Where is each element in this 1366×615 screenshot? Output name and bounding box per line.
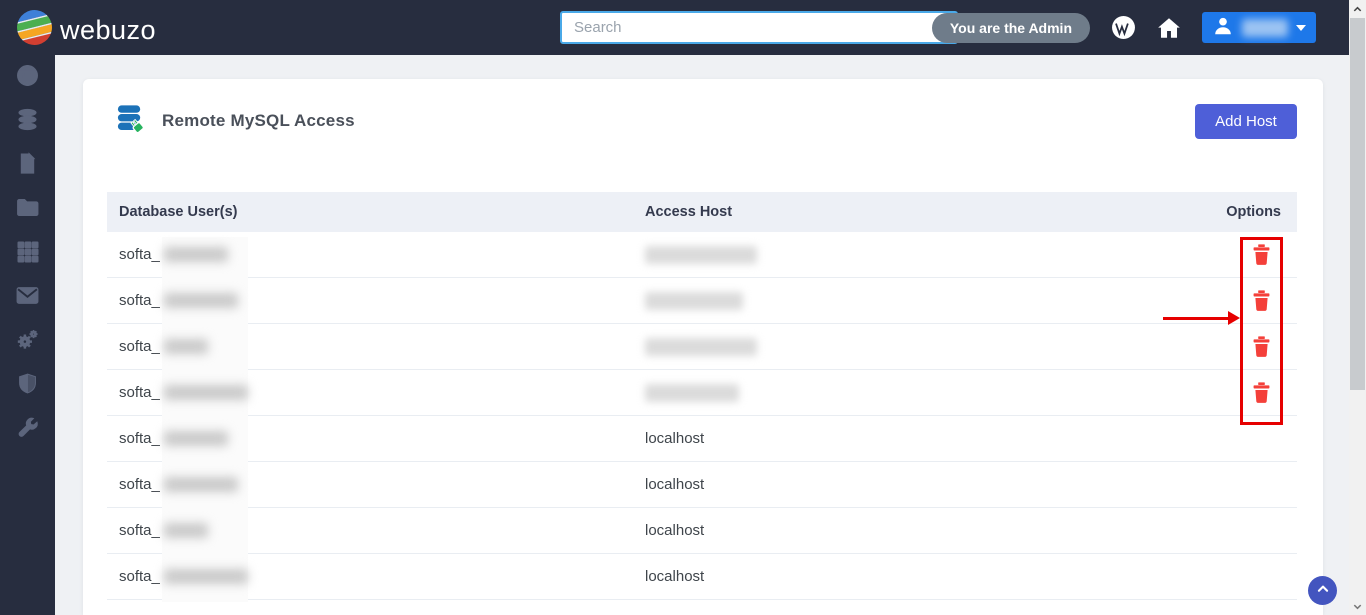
webuzo-logo-icon xyxy=(13,6,56,51)
remote-access-table: Database User(s) Access Host Options sof… xyxy=(107,192,1297,600)
chevron-up-icon xyxy=(1316,582,1330,599)
top-navbar: webuzo You are the Admin xyxy=(0,0,1349,55)
globe-icon xyxy=(15,63,40,93)
sidebar-item-domains[interactable] xyxy=(0,56,55,100)
sidebar-item-settings[interactable] xyxy=(0,320,55,364)
gears-icon xyxy=(15,327,40,357)
db-user-prefix: softa_ xyxy=(119,338,160,355)
logo-text: webuzo xyxy=(60,14,157,45)
db-user-prefix: softa_ xyxy=(119,292,160,309)
table-row: softa_ xyxy=(107,278,1297,324)
sidebar-item-folders[interactable] xyxy=(0,188,55,232)
webuzo-logo[interactable]: webuzo xyxy=(13,6,157,51)
redacted-username xyxy=(163,293,238,308)
mysql-database-icon xyxy=(115,103,146,139)
scrollbar-down-arrow[interactable] xyxy=(1349,598,1366,614)
table-row: softa_ localhost xyxy=(107,554,1297,600)
table-row: softa_ localhost xyxy=(107,508,1297,554)
redacted-username xyxy=(163,247,228,262)
sidebar-item-security[interactable] xyxy=(0,364,55,408)
redacted-username xyxy=(163,523,208,538)
redacted-username xyxy=(163,431,228,446)
table-row: softa_ xyxy=(107,370,1297,416)
sidebar-item-email[interactable] xyxy=(0,276,55,320)
table-row: softa_ localhost xyxy=(107,416,1297,462)
shield-icon xyxy=(16,372,39,400)
table-row: softa_ xyxy=(107,324,1297,370)
redacted-username xyxy=(163,385,248,400)
access-host-value: localhost xyxy=(645,522,705,539)
wrench-icon xyxy=(16,416,40,445)
sidebar-item-tools[interactable] xyxy=(0,408,55,452)
mail-icon xyxy=(15,283,40,313)
sidebar-item-apps[interactable] xyxy=(0,232,55,276)
chevron-down-icon xyxy=(1296,24,1306,31)
annotation-box xyxy=(1240,237,1283,425)
access-host-value: localhost xyxy=(645,430,705,447)
page-title: Remote MySQL Access xyxy=(162,111,355,130)
db-user-prefix: softa_ xyxy=(119,384,160,401)
redacted-username xyxy=(163,569,248,584)
redacted-host xyxy=(645,383,739,402)
annotation-arrow-head xyxy=(1228,311,1240,325)
redacted-host xyxy=(645,291,743,310)
header-access-host: Access Host xyxy=(645,204,733,220)
table-row: softa_ xyxy=(107,232,1297,278)
access-host-value: localhost xyxy=(645,568,705,585)
grid-icon xyxy=(16,240,40,269)
redaction-overlay xyxy=(162,237,248,602)
remote-mysql-card: Remote MySQL Access Add Host Database Us… xyxy=(83,79,1323,615)
db-user-prefix: softa_ xyxy=(119,476,160,493)
redacted-username-badge xyxy=(1242,18,1288,37)
db-user-prefix: softa_ xyxy=(119,568,160,585)
sidebar-nav xyxy=(0,55,55,615)
admin-badge: You are the Admin xyxy=(931,12,1090,43)
sidebar-item-files[interactable] xyxy=(0,144,55,188)
sidebar-item-databases[interactable] xyxy=(0,100,55,144)
redacted-host xyxy=(645,337,757,356)
scrollbar-up-arrow[interactable] xyxy=(1349,1,1366,17)
folder-icon xyxy=(15,195,40,225)
redacted-host xyxy=(645,245,757,264)
home-icon[interactable] xyxy=(1156,15,1182,41)
user-menu-button[interactable] xyxy=(1202,12,1316,43)
table-body: softa_ softa_ softa_ softa_ softa_ local… xyxy=(107,232,1297,600)
wordpress-icon[interactable] xyxy=(1110,15,1136,41)
add-host-button[interactable]: Add Host xyxy=(1195,104,1297,139)
annotation-arrow xyxy=(1163,317,1230,320)
header-database-users: Database User(s) xyxy=(119,204,238,220)
database-icon xyxy=(15,107,40,137)
user-icon xyxy=(1212,15,1234,40)
browser-scrollbar[interactable] xyxy=(1349,0,1366,615)
table-header-row: Database User(s) Access Host Options xyxy=(107,192,1297,232)
table-row: softa_ localhost xyxy=(107,462,1297,508)
search-input[interactable] xyxy=(560,11,958,44)
redacted-username xyxy=(163,477,238,492)
file-icon xyxy=(16,152,39,180)
header-options: Options xyxy=(1226,204,1281,220)
scroll-to-top-button[interactable] xyxy=(1308,576,1337,605)
db-user-prefix: softa_ xyxy=(119,246,160,263)
db-user-prefix: softa_ xyxy=(119,430,160,447)
db-user-prefix: softa_ xyxy=(119,522,160,539)
scrollbar-thumb[interactable] xyxy=(1350,18,1365,390)
access-host-value: localhost xyxy=(645,476,705,493)
redacted-username xyxy=(163,339,208,354)
